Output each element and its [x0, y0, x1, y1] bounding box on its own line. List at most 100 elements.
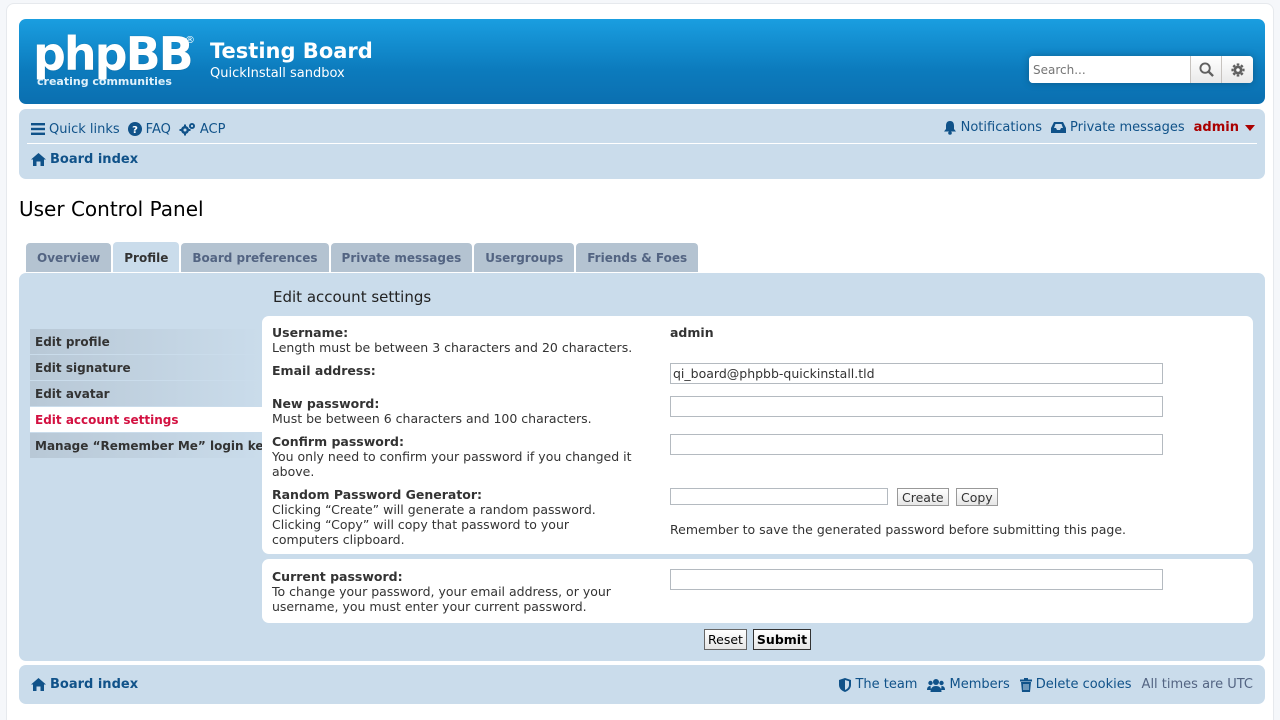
members-label: Members — [949, 677, 1010, 692]
advanced-search-button[interactable] — [1222, 56, 1253, 83]
quick-links-link[interactable]: Quick links — [31, 122, 120, 137]
confirm-password-label: Confirm password: — [272, 434, 404, 449]
create-password-button[interactable]: Create — [897, 488, 949, 506]
sidebar-item-remember-me-keys[interactable]: Manage “Remember Me” login keys — [30, 433, 279, 459]
members-link[interactable]: Members — [927, 677, 1010, 692]
footer-breadcrumb: Board index — [31, 677, 138, 692]
tab-board-preferences[interactable]: Board preferences — [181, 243, 329, 272]
cogs-icon — [179, 123, 195, 136]
tab-private-messages[interactable]: Private messages — [330, 243, 473, 272]
site-description: QuickInstall sandbox — [210, 66, 345, 81]
bell-icon — [943, 121, 956, 135]
board-index-label: Board index — [50, 152, 139, 167]
new-password-field-label: New password: Must be between 6 characte… — [272, 396, 642, 426]
current-password-box: Current password: To change your passwor… — [262, 559, 1253, 623]
username-label: admin — [1193, 120, 1239, 135]
faq-label: FAQ — [145, 121, 171, 137]
footer-board-index-label: Board index — [50, 677, 139, 692]
quick-links-label: Quick links — [49, 121, 120, 137]
caret-down-icon — [1245, 124, 1255, 131]
the-team-label: The team — [855, 677, 918, 692]
form-heading: Edit account settings — [273, 288, 432, 306]
sidebar-item-edit-account-settings[interactable]: Edit account settings — [30, 407, 262, 433]
sidebar-item-edit-profile[interactable]: Edit profile — [30, 329, 262, 355]
registered-mark: ® — [185, 35, 195, 46]
generator-label: Random Password Generator: — [272, 487, 483, 502]
shield-icon — [839, 677, 852, 692]
profile-sidebar: Edit profile Edit signature Edit avatar … — [30, 329, 279, 459]
users-icon — [927, 678, 946, 692]
gear-icon — [1230, 62, 1245, 77]
current-password-label: Current password: — [272, 569, 403, 584]
search-input[interactable] — [1029, 56, 1191, 83]
the-team-link[interactable]: The team — [839, 677, 917, 692]
logo-tagline: creating communities — [37, 75, 172, 88]
acp-label: ACP — [199, 121, 226, 137]
question-circle-icon: ? — [127, 122, 142, 136]
footer-board-index-link[interactable]: Board index — [31, 677, 138, 692]
generator-note: Remember to save the generated password … — [670, 522, 1126, 537]
private-messages-label: Private messages — [1070, 120, 1185, 135]
ucp-panel: Edit profile Edit signature Edit avatar … — [19, 273, 1265, 661]
home-icon — [31, 678, 46, 691]
confirm-password-field[interactable] — [670, 434, 1163, 455]
username-label: Username: — [272, 325, 349, 340]
nav-user-links: Notifications Private messages admin — [943, 120, 1255, 135]
sidebar-item-edit-signature[interactable]: Edit signature — [30, 355, 262, 381]
tab-overview[interactable]: Overview — [26, 243, 112, 272]
acp-link[interactable]: ACP — [179, 121, 226, 137]
user-menu[interactable]: admin — [1194, 120, 1255, 135]
search-icon — [1198, 62, 1214, 77]
breadcrumb-board-index[interactable]: Board index — [31, 152, 138, 167]
page-title: User Control Panel — [19, 197, 204, 221]
new-password-hint: Must be between 6 characters and 100 cha… — [272, 411, 592, 426]
delete-cookies-link[interactable]: Delete cookies — [1019, 677, 1132, 692]
nav-divider — [27, 143, 1257, 144]
ucp-tabs: Overview Profile Board preferences Priva… — [26, 242, 699, 272]
nav-links: Quick links ? FAQ ACP — [31, 120, 225, 138]
confirm-password-hint: You only need to confirm your password i… — [272, 449, 632, 479]
breadcrumb: Board index — [31, 152, 138, 167]
footer-links: The team Members Delete cookies All time… — [839, 677, 1253, 692]
email-label: Email address: — [272, 363, 376, 378]
timezone-note: All times are UTC — [1141, 677, 1253, 692]
delete-cookies-label: Delete cookies — [1035, 677, 1132, 692]
tab-usergroups[interactable]: Usergroups — [474, 243, 575, 272]
generator-hint-create: Clicking “Create” will generate a random… — [272, 502, 596, 517]
tab-profile[interactable]: Profile — [113, 242, 180, 272]
footer-bar: Board index The team Members Delete cook… — [19, 665, 1265, 704]
email-field[interactable] — [670, 363, 1163, 384]
reset-button[interactable]: Reset — [704, 629, 747, 650]
generated-password-field[interactable] — [670, 488, 888, 505]
private-messages-link[interactable]: Private messages — [1051, 120, 1185, 135]
menu-icon — [31, 123, 45, 135]
svg-text:?: ? — [132, 125, 138, 136]
current-password-hint: To change your password, your email addr… — [272, 584, 611, 614]
generator-hint-copy: Clicking “Copy” will copy that password … — [272, 517, 570, 547]
current-password-field-label: Current password: To change your passwor… — [272, 569, 632, 614]
faq-link[interactable]: ? FAQ — [127, 121, 171, 137]
current-password-field[interactable] — [670, 569, 1163, 590]
search-box — [1029, 56, 1253, 83]
search-button[interactable] — [1191, 56, 1222, 83]
new-password-field[interactable] — [670, 396, 1163, 417]
tab-friends-foes[interactable]: Friends & Foes — [576, 243, 699, 272]
copy-password-button[interactable]: Copy — [956, 488, 998, 506]
logo-text: phpBB — [33, 27, 194, 81]
site-title[interactable]: Testing Board — [210, 39, 373, 63]
sidebar-item-edit-avatar[interactable]: Edit avatar — [30, 381, 262, 407]
submit-button[interactable]: Submit — [752, 629, 812, 650]
inbox-icon — [1051, 122, 1066, 133]
home-icon — [31, 153, 46, 166]
header-bar: phpBB ® creating communities Testing Boa… — [19, 19, 1265, 104]
notifications-link[interactable]: Notifications — [943, 120, 1042, 135]
email-field-label: Email address: — [272, 363, 642, 378]
site-logo[interactable]: phpBB ® creating communities — [33, 31, 203, 91]
account-settings-box: Username: Length must be between 3 chara… — [262, 316, 1253, 554]
username-value: admin — [670, 325, 714, 340]
nav-bar: Quick links ? FAQ ACP Notifications Priv… — [19, 109, 1265, 179]
new-password-label: New password: — [272, 396, 380, 411]
generator-field-label: Random Password Generator: Clicking “Cre… — [272, 487, 637, 547]
username-hint: Length must be between 3 characters and … — [272, 340, 633, 355]
confirm-password-field-label: Confirm password: You only need to confi… — [272, 434, 632, 479]
